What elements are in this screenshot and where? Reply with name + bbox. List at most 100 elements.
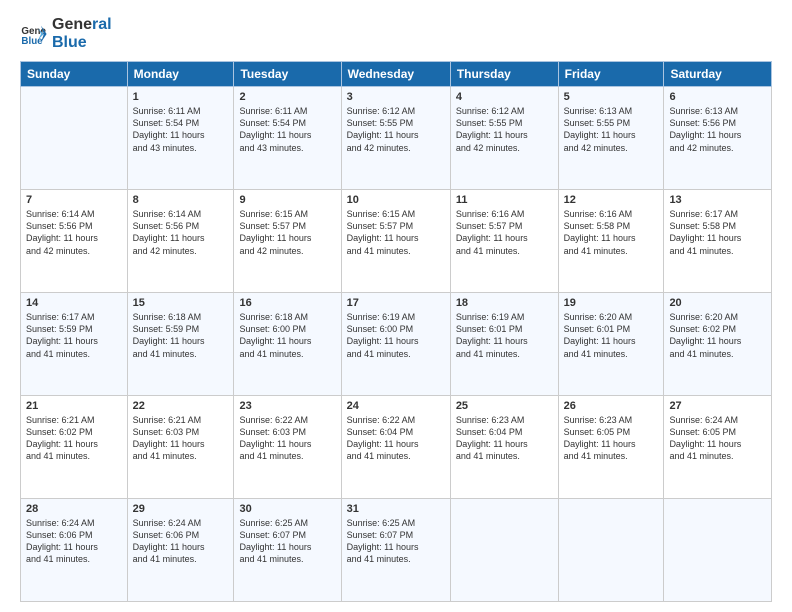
day-info: Sunrise: 6:24 AM Sunset: 6:06 PM Dayligh… <box>26 517 122 566</box>
day-number: 3 <box>347 91 445 103</box>
calendar-cell: 7 Sunrise: 6:14 AM Sunset: 5:56 PM Daylig… <box>21 190 128 293</box>
day-number: 1 <box>133 91 229 103</box>
day-info: Sunrise: 6:25 AM Sunset: 6:07 PM Dayligh… <box>347 517 445 566</box>
column-header-thursday: Thursday <box>450 62 558 87</box>
day-number: 2 <box>239 91 335 103</box>
calendar-week-3: 14Sunrise: 6:17 AM Sunset: 5:59 PM Dayli… <box>21 293 772 396</box>
day-number: 14 <box>26 297 122 309</box>
day-info: Sunrise: 6:24 AM Sunset: 6:05 PM Dayligh… <box>669 414 766 463</box>
day-info: Sunrise: 6:15 AM Sunset: 5:57 PM Dayligh… <box>239 208 335 257</box>
day-info: Sunrise: 6:25 AM Sunset: 6:07 PM Dayligh… <box>239 517 335 566</box>
day-number: 19 <box>564 297 659 309</box>
calendar-cell: 1 Sunrise: 6:11 AM Sunset: 5:54 PM Daylig… <box>127 87 234 190</box>
calendar-cell: 25Sunrise: 6:23 AM Sunset: 6:04 PM Dayli… <box>450 396 558 499</box>
day-number: 18 <box>456 297 553 309</box>
calendar-cell: 22 Sunrise: 6:21 AM Sunset: 6:03 PM Dayli… <box>127 396 234 499</box>
calendar-cell: 28 Sunrise: 6:24 AM Sunset: 6:06 PM Dayli… <box>21 499 128 602</box>
day-info: Sunrise: 6:12 AM Sunset: 5:55 PM Dayligh… <box>456 105 553 154</box>
calendar-cell: 14Sunrise: 6:17 AM Sunset: 5:59 PM Dayli… <box>21 293 128 396</box>
day-info: Sunrise: 6:19 AM Sunset: 6:01 PM Dayligh… <box>456 311 553 360</box>
day-number: 16 <box>239 297 335 309</box>
calendar-cell: 29Sunrise: 6:24 AM Sunset: 6:06 PM Dayli… <box>127 499 234 602</box>
day-number: 9 <box>239 194 335 206</box>
calendar-cell: 23Sunrise: 6:22 AM Sunset: 6:03 PM Dayli… <box>234 396 341 499</box>
day-info: Sunrise: 6:11 AM Sunset: 5:54 PM Dayligh… <box>239 105 335 154</box>
day-info: Sunrise: 6:22 AM Sunset: 6:04 PM Dayligh… <box>347 414 445 463</box>
day-info: Sunrise: 6:23 AM Sunset: 6:05 PM Dayligh… <box>564 414 659 463</box>
calendar-week-2: 7 Sunrise: 6:14 AM Sunset: 5:56 PM Daylig… <box>21 190 772 293</box>
day-info: Sunrise: 6:18 AM Sunset: 5:59 PM Dayligh… <box>133 311 229 360</box>
calendar-cell: 24Sunrise: 6:22 AM Sunset: 6:04 PM Dayli… <box>341 396 450 499</box>
calendar-cell: 26 Sunrise: 6:23 AM Sunset: 6:05 PM Dayli… <box>558 396 664 499</box>
calendar-week-5: 28 Sunrise: 6:24 AM Sunset: 6:06 PM Dayli… <box>21 499 772 602</box>
logo: Gene Blue General Blue <box>20 16 112 51</box>
calendar-cell: 20 Sunrise: 6:20 AM Sunset: 6:02 PM Dayli… <box>664 293 772 396</box>
day-number: 8 <box>133 194 229 206</box>
day-number: 13 <box>669 194 766 206</box>
column-header-monday: Monday <box>127 62 234 87</box>
day-number: 31 <box>347 503 445 515</box>
day-number: 28 <box>26 503 122 515</box>
day-number: 22 <box>133 400 229 412</box>
day-info: Sunrise: 6:11 AM Sunset: 5:54 PM Dayligh… <box>133 105 229 154</box>
calendar-cell: 2 Sunrise: 6:11 AM Sunset: 5:54 PM Daylig… <box>234 87 341 190</box>
day-number: 27 <box>669 400 766 412</box>
calendar-cell: 16 Sunrise: 6:18 AM Sunset: 6:00 PM Dayli… <box>234 293 341 396</box>
day-info: Sunrise: 6:13 AM Sunset: 5:55 PM Dayligh… <box>564 105 659 154</box>
calendar-cell: 15 Sunrise: 6:18 AM Sunset: 5:59 PM Dayli… <box>127 293 234 396</box>
calendar-cell: 11Sunrise: 6:16 AM Sunset: 5:57 PM Dayli… <box>450 190 558 293</box>
page: Gene Blue General Blue SundayMondayTuesd… <box>0 0 792 612</box>
day-info: Sunrise: 6:12 AM Sunset: 5:55 PM Dayligh… <box>347 105 445 154</box>
day-info: Sunrise: 6:19 AM Sunset: 6:00 PM Dayligh… <box>347 311 445 360</box>
day-info: Sunrise: 6:24 AM Sunset: 6:06 PM Dayligh… <box>133 517 229 566</box>
calendar-cell: 31 Sunrise: 6:25 AM Sunset: 6:07 PM Dayli… <box>341 499 450 602</box>
day-info: Sunrise: 6:14 AM Sunset: 5:56 PM Dayligh… <box>133 208 229 257</box>
column-header-friday: Friday <box>558 62 664 87</box>
calendar-cell <box>450 499 558 602</box>
day-number: 4 <box>456 91 553 103</box>
calendar-cell: 8 Sunrise: 6:14 AM Sunset: 5:56 PM Daylig… <box>127 190 234 293</box>
calendar-cell <box>21 87 128 190</box>
calendar-header-row: SundayMondayTuesdayWednesdayThursdayFrid… <box>21 62 772 87</box>
day-info: Sunrise: 6:13 AM Sunset: 5:56 PM Dayligh… <box>669 105 766 154</box>
day-info: Sunrise: 6:20 AM Sunset: 6:01 PM Dayligh… <box>564 311 659 360</box>
day-number: 17 <box>347 297 445 309</box>
day-number: 10 <box>347 194 445 206</box>
calendar-week-4: 21 Sunrise: 6:21 AM Sunset: 6:02 PM Dayli… <box>21 396 772 499</box>
day-info: Sunrise: 6:14 AM Sunset: 5:56 PM Dayligh… <box>26 208 122 257</box>
day-info: Sunrise: 6:15 AM Sunset: 5:57 PM Dayligh… <box>347 208 445 257</box>
calendar-week-1: 1 Sunrise: 6:11 AM Sunset: 5:54 PM Daylig… <box>21 87 772 190</box>
day-number: 5 <box>564 91 659 103</box>
calendar-cell: 19 Sunrise: 6:20 AM Sunset: 6:01 PM Dayli… <box>558 293 664 396</box>
calendar-cell: 4 Sunrise: 6:12 AM Sunset: 5:55 PM Daylig… <box>450 87 558 190</box>
calendar-cell: 9 Sunrise: 6:15 AM Sunset: 5:57 PM Daylig… <box>234 190 341 293</box>
day-number: 6 <box>669 91 766 103</box>
header: Gene Blue General Blue <box>20 16 772 51</box>
day-number: 7 <box>26 194 122 206</box>
day-number: 23 <box>239 400 335 412</box>
calendar-cell: 21 Sunrise: 6:21 AM Sunset: 6:02 PM Dayli… <box>21 396 128 499</box>
calendar-cell: 18 Sunrise: 6:19 AM Sunset: 6:01 PM Dayli… <box>450 293 558 396</box>
day-info: Sunrise: 6:18 AM Sunset: 6:00 PM Dayligh… <box>239 311 335 360</box>
day-number: 15 <box>133 297 229 309</box>
day-number: 12 <box>564 194 659 206</box>
day-number: 26 <box>564 400 659 412</box>
day-number: 30 <box>239 503 335 515</box>
column-header-sunday: Sunday <box>21 62 128 87</box>
calendar-cell: 5 Sunrise: 6:13 AM Sunset: 5:55 PM Daylig… <box>558 87 664 190</box>
logo-text: General Blue <box>52 16 112 51</box>
column-header-saturday: Saturday <box>664 62 772 87</box>
day-info: Sunrise: 6:17 AM Sunset: 5:58 PM Dayligh… <box>669 208 766 257</box>
day-info: Sunrise: 6:21 AM Sunset: 6:02 PM Dayligh… <box>26 414 122 463</box>
calendar-cell: 17 Sunrise: 6:19 AM Sunset: 6:00 PM Dayli… <box>341 293 450 396</box>
day-info: Sunrise: 6:23 AM Sunset: 6:04 PM Dayligh… <box>456 414 553 463</box>
calendar-cell: 3 Sunrise: 6:12 AM Sunset: 5:55 PM Daylig… <box>341 87 450 190</box>
day-info: Sunrise: 6:21 AM Sunset: 6:03 PM Dayligh… <box>133 414 229 463</box>
calendar-cell: 10 Sunrise: 6:15 AM Sunset: 5:57 PM Dayli… <box>341 190 450 293</box>
day-info: Sunrise: 6:20 AM Sunset: 6:02 PM Dayligh… <box>669 311 766 360</box>
day-number: 21 <box>26 400 122 412</box>
calendar-cell <box>664 499 772 602</box>
day-number: 20 <box>669 297 766 309</box>
day-info: Sunrise: 6:16 AM Sunset: 5:57 PM Dayligh… <box>456 208 553 257</box>
day-info: Sunrise: 6:16 AM Sunset: 5:58 PM Dayligh… <box>564 208 659 257</box>
